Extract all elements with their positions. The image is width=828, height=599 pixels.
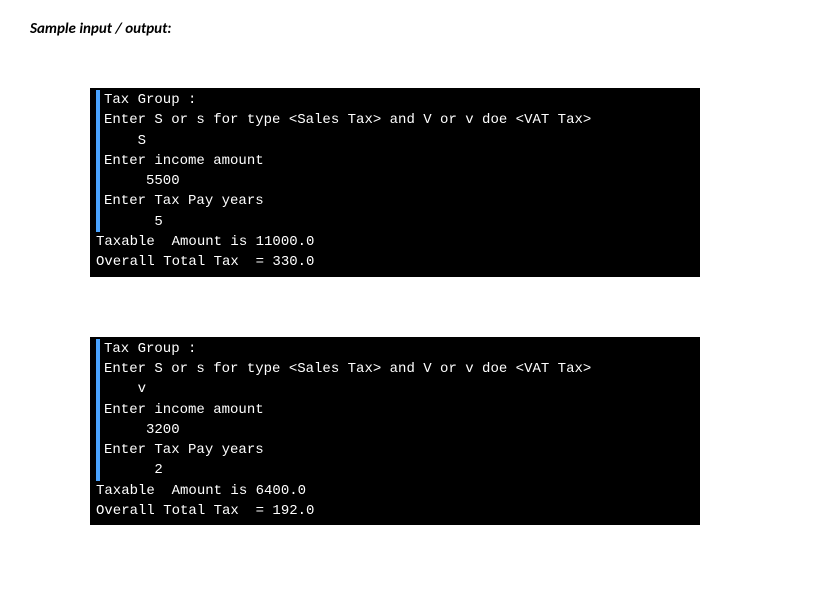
console-line: Taxable Amount is 6400.0 xyxy=(96,483,306,499)
console-line: 2 xyxy=(104,462,163,478)
console-line: S xyxy=(104,133,146,149)
terminal-block-1: Tax Group : Enter S or s for type <Sales… xyxy=(90,88,700,277)
console-line: Enter Tax Pay years xyxy=(104,442,264,458)
console-line: Taxable Amount is 11000.0 xyxy=(96,234,314,250)
console-line: 5 xyxy=(104,214,163,230)
console-line: Enter Tax Pay years xyxy=(104,193,264,209)
console-line: 5500 xyxy=(104,173,180,189)
console-line: Enter income amount xyxy=(104,402,264,418)
terminal-block-1-wrap: Tax Group : Enter S or s for type <Sales… xyxy=(90,88,798,277)
console-line: Enter S or s for type <Sales Tax> and V … xyxy=(104,361,591,377)
terminal-block-2: Tax Group : Enter S or s for type <Sales… xyxy=(90,337,700,526)
console-line: Enter S or s for type <Sales Tax> and V … xyxy=(104,112,591,128)
terminal-accent: Tax Group : Enter S or s for type <Sales… xyxy=(96,339,694,481)
terminal-accent: Tax Group : Enter S or s for type <Sales… xyxy=(96,90,694,232)
console-line: Tax Group : xyxy=(104,92,196,108)
section-heading: Sample input / output: xyxy=(30,20,798,38)
console-line: v xyxy=(104,381,146,397)
console-line: Enter income amount xyxy=(104,153,264,169)
console-line: Overall Total Tax = 330.0 xyxy=(96,254,314,270)
page: Sample input / output: Tax Group : Enter… xyxy=(0,0,828,599)
console-line: Tax Group : xyxy=(104,341,196,357)
terminal-block-2-wrap: Tax Group : Enter S or s for type <Sales… xyxy=(90,337,798,526)
console-line: 3200 xyxy=(104,422,180,438)
console-line: Overall Total Tax = 192.0 xyxy=(96,503,314,519)
